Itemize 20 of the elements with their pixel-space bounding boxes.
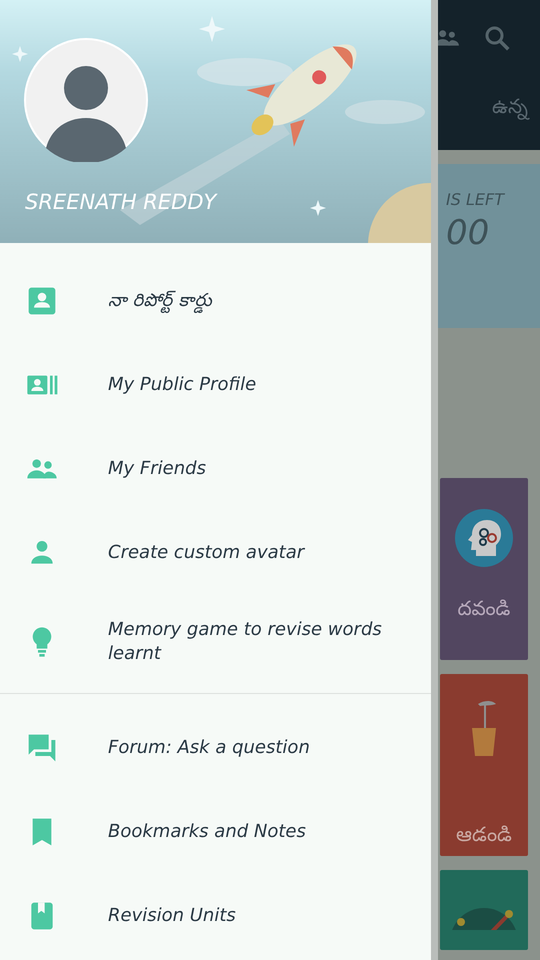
chat-bubbles-icon [26,732,58,764]
menu-item[interactable]: My Public Profile [108,373,408,397]
card-label: దవండి [458,596,510,622]
contact-card-icon [26,285,58,317]
menu-item[interactable]: నా రిపోర్ట్ కార్డు [108,289,408,313]
menu-item[interactable]: Bookmarks and Notes [108,820,408,844]
menu-item[interactable]: Create custom avatar [108,541,408,565]
card[interactable]: ఆడండి [440,674,528,856]
banner-label: IS LEFT [446,190,504,209]
menu-item[interactable]: Memory game to revise words learnt [108,618,408,666]
menu-item[interactable]: Revision Units [108,904,408,928]
card[interactable] [440,870,528,950]
card[interactable]: దవండి [440,478,528,660]
head-gears-icon [454,508,514,568]
avatar-icon [24,38,148,162]
menu-item[interactable]: Forum: Ask a question [108,736,408,760]
user-name: SREENATH REDDY [25,190,216,214]
banner-value: 00 [446,213,490,253]
card-label: ఆడండి [456,822,512,848]
menu-item[interactable]: My Friends [108,457,408,481]
